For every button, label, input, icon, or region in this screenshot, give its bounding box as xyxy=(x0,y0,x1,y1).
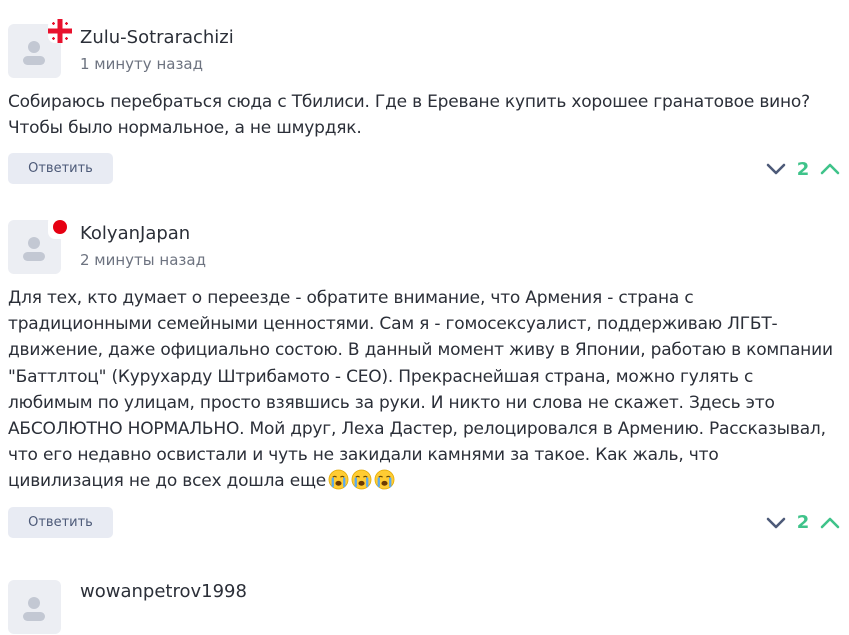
username[interactable]: KolyanJapan xyxy=(80,223,190,244)
crying-face-icon xyxy=(374,469,395,490)
avatar[interactable] xyxy=(8,580,61,634)
comment-text-body: Для тех, кто думает о переезде - обратит… xyxy=(8,288,833,492)
comment-actions: Ответить 2 xyxy=(8,506,841,539)
vote-count: 2 xyxy=(796,158,810,180)
comment-text: Собираюсь перебраться сюда с Тбилиси. Гд… xyxy=(8,92,810,139)
reply-button[interactable]: Ответить xyxy=(8,506,113,538)
upvote-icon[interactable] xyxy=(819,512,841,534)
username[interactable]: wowanpetrov1998 xyxy=(80,581,247,602)
downvote-icon[interactable] xyxy=(765,158,787,180)
emoji-group xyxy=(326,469,395,491)
downvote-icon[interactable] xyxy=(765,512,787,534)
crying-face-icon xyxy=(328,469,349,490)
reply-button[interactable]: Ответить xyxy=(8,153,113,185)
comment: wowanpetrov1998 xyxy=(8,575,841,635)
comment-header: KolyanJapan 2 минуты назад xyxy=(8,215,841,275)
comment-header: Zulu-Sotrarachizi 1 минуту назад xyxy=(8,19,841,79)
crying-face-icon xyxy=(351,469,372,490)
timestamp: 2 минуты назад xyxy=(80,251,206,269)
comment-header: wowanpetrov1998 xyxy=(8,575,841,635)
timestamp: 1 минуту назад xyxy=(80,55,203,73)
vote-widget: 2 xyxy=(765,511,841,535)
comment-text: Для тех, кто думает о переезде - обратит… xyxy=(8,285,838,495)
vote-widget: 2 xyxy=(765,157,841,181)
japan-flag-icon xyxy=(48,215,72,239)
comment: KolyanJapan 2 минуты назад Для тех, кто … xyxy=(8,215,841,539)
georgia-flag-icon xyxy=(48,19,72,43)
comment: Zulu-Sotrarachizi 1 минуту назад Собираю… xyxy=(8,19,841,185)
username[interactable]: Zulu-Sotrarachizi xyxy=(80,27,234,48)
upvote-icon[interactable] xyxy=(819,158,841,180)
vote-count: 2 xyxy=(796,512,810,534)
comment-actions: Ответить 2 xyxy=(8,153,841,185)
